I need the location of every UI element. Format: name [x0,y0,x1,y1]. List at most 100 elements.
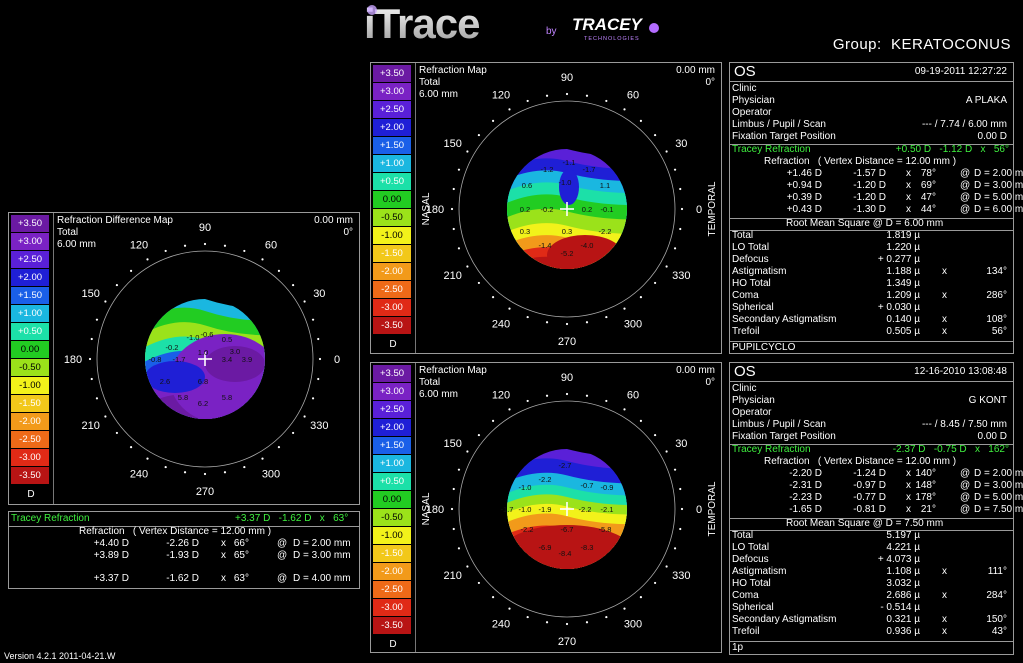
map-value: -1.7 [501,505,514,514]
axis-label: 300 [624,318,642,330]
clinic-row: Clinic [732,383,757,394]
map-value: 1.0 [198,348,208,357]
nasal-label: NASAL [421,492,432,525]
axis-label: 90 [561,72,573,84]
refraction-row: -2.20 D-1.24 Dx140°@D = 2.00 mm [789,468,1023,479]
axis-label: 90 [199,222,211,234]
fixation-row: Fixation Target Position 0.00 D [732,431,1007,442]
map-value: -0.8 [149,355,162,364]
refraction-map-panel-bottom: +3.50 +3.00 +2.50 +2.00 +1.50 +1.00 +0.50 0.00-… [370,362,722,653]
rms-row: Total 5.197 µ [732,530,920,541]
fixation-row: Fixation Target Position 0.00 D [732,131,1007,142]
axis-label: 120 [492,390,510,402]
refraction-difference-map-panel: +3.50 +3.00 +2.50 +2.00 +1.50 +1.00 +0.50 0.00-… [8,212,360,505]
rms-title: Root Mean Square @ D = 7.50 mm [786,518,944,529]
clinic-row: Clinic [732,83,757,94]
map-value: 5.8 [178,393,188,402]
axis-label: 60 [627,90,639,102]
axis-label: 0 [696,204,702,216]
physician-row: Physician A PLAKA [732,95,1007,106]
axis-label: 300 [624,618,642,630]
rms-row: LO Total 4.221 µ [732,542,920,553]
axis-label: 60 [265,240,277,252]
exam-info-panel-top: OS 09-19-2011 12:27:22 Clinic Physician A PL… [729,62,1023,354]
axis-label: 30 [675,138,687,150]
axis-label: 120 [130,240,148,252]
nasal-label: NASAL [421,192,432,225]
rms-row: HO Total 3.032 µ [732,578,920,589]
refraction-map-panel-top: +3.50 +3.00 +2.50 +2.00 +1.50 +1.00 +0.50 0.00-… [370,62,722,354]
rms-row: Defocus + 4.073 µ [732,554,920,565]
map-value: -5.8 [599,525,612,534]
axis-label: 270 [558,636,576,648]
map-value: 6.2 [198,399,208,408]
axis-label: 90 [561,372,573,384]
svg-text:by: by [546,26,557,37]
exam-date: 12-16-2010 13:08:48 [914,366,1007,377]
axis-label: 300 [262,468,280,480]
physician-row: Physician G KONT [732,395,1007,406]
map-value: 2.6 [160,377,170,386]
temporal-label: TEMPORAL [707,481,718,536]
eye-label: OS [734,363,756,380]
polar-map: 9060300330300270240210180150120-1.0 -0.60… [64,222,340,498]
svg-text:TECHNOLOGIES: TECHNOLOGIES [584,36,640,42]
rms-row: Secondary Astigmatism 0.321 µ x 150° [732,614,1007,625]
top-left-fragment: · · · · · · · [4,0,44,5]
map-value: -1.2 [541,165,554,174]
refraction-row: -1.65 D-0.81 Dx21°@D = 7.50 mm [789,504,1023,515]
svg-text:iTrace: iTrace [364,0,479,47]
diff-refraction-row: +4.40 D -2.26 Dx 66° @ D = 2.00 mm [93,538,351,549]
axis-label: 0 [334,354,340,366]
map-value: -6.7 [561,525,574,534]
map-value: -1.0 [519,483,532,492]
map-value: -0.7 [581,481,594,490]
exam-note: PUPILCYCLO [732,342,796,353]
axis-label: 180 [64,354,82,366]
map-value: -1.7 [173,355,186,364]
map-value: 0.3 [520,227,530,236]
map-value: -2.2 [579,505,592,514]
map-value: -1.1 [563,158,576,167]
axis-label: 60 [627,390,639,402]
map-value: 0.2 [582,205,592,214]
map-value: 6.8 [198,377,208,386]
map-value: -0.1 [601,205,614,214]
limbus-row: Limbus / Pupil / Scan --- / 7.74 / 6.00 m… [732,119,1007,130]
rms-row: Astigmatism 1.188 µ x 134° [732,266,1007,277]
rms-row: Coma 1.209 µ x 286° [732,290,1007,301]
axis-label: 210 [444,270,462,282]
rms-row: Spherical + 0.030 µ [732,302,920,313]
rms-row: Secondary Astigmatism 0.140 µ x 108° [732,314,1007,325]
operator-row: Operator [732,107,772,118]
svg-text:TRACEY: TRACEY [572,15,644,34]
map-value: -1.0 [519,505,532,514]
refraction-row: -2.23 D-0.77 Dx178°@D = 5.00 mm [789,492,1023,503]
version-label: Version 4.2.1 2011-04-21.W [4,651,116,661]
map-value: -1.0 [559,178,572,187]
map-value: -1.7 [583,165,596,174]
map-value: 5.8 [222,393,232,402]
rms-row: Coma 2.686 µ x 284° [732,590,1007,601]
axis-label: 30 [675,438,687,450]
axis-label: 240 [492,318,510,330]
map-value: 1.1 [600,181,610,190]
rms-row: Trefoil 0.936 µ x 43° [732,626,1007,637]
refraction-row: +0.43 D-1.30 Dx44°@D = 6.00 mm [786,204,1023,215]
map-value: -1.9 [539,505,552,514]
exam-note: 1p [732,642,744,653]
rms-title: Root Mean Square @ D = 6.00 mm [786,218,944,229]
limbus-row: Limbus / Pupil / Scan --- / 8.45 / 7.50 m… [732,419,1007,430]
axis-label: 150 [444,138,462,150]
temporal-label: TEMPORAL [707,181,718,236]
exam-header: OS 12-16-2010 13:08:48 [730,363,1013,382]
exam-date: 09-19-2011 12:27:22 [914,66,1007,77]
axis-label: 330 [310,420,328,432]
polar-map: 9060300330300270240210180150120NASAL TEMP… [421,72,718,348]
rms-row: Total 1.819 µ [732,230,920,241]
rms-row: Spherical - 0.514 µ [732,602,920,613]
diff-refraction-row: +3.89 D -1.93 Dx 65° @ D = 3.00 mm [93,550,351,561]
axis-label: 120 [492,90,510,102]
axis-label: 240 [130,468,148,480]
axis-label: 150 [444,438,462,450]
